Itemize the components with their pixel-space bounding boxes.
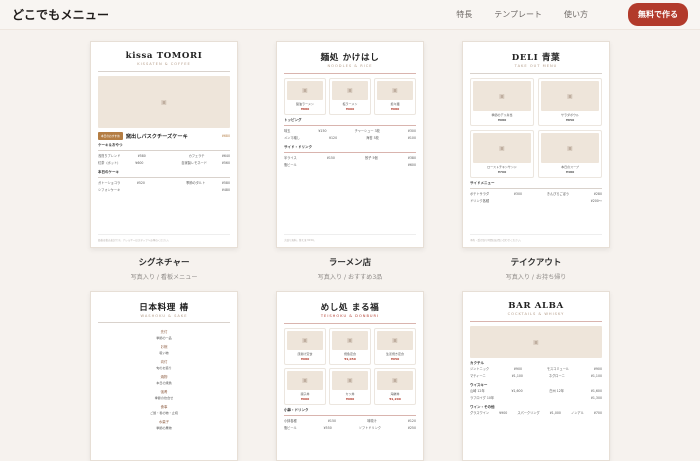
nav-link-templates[interactable]: テンプレート [494, 9, 542, 20]
photo-tile: ▣ ローストチキンサンド ¥760 [470, 130, 534, 178]
divider [98, 322, 230, 323]
nav-link-howto[interactable]: 使い方 [564, 9, 588, 20]
menu-row: 山崎 12年 ¥1,600 白州 12年 ¥1,600 [470, 389, 602, 393]
caption-title: シグネチャー [138, 258, 190, 268]
menu-card-kissa[interactable]: kissa TOMORI KISSATEN & COFFEE ▣ 本日のおすすめ… [90, 41, 238, 248]
menu-row: マティーニ ¥1,100 ネグローニ ¥1,100 [470, 374, 602, 378]
signature-name: 窯出しバスクチーズケーキ [125, 133, 188, 140]
course-list: 先付 季節の一品 お椀 吸い物 向付 旬のお造り 焼物 本日の焼魚 強肴 季節の炊合せ 食… [150, 330, 178, 430]
photo-tile: ▣ 本日のスープ ¥480 [538, 130, 602, 178]
divider [284, 73, 416, 74]
menu-row: ドリンク各種 ¥200〜 [470, 199, 602, 203]
photo-tile: ▣ カツ丼 ¥980 [329, 368, 371, 405]
footer-note: 大盛り無料。替え玉 ¥150。 [284, 234, 416, 242]
menu-row: 瓶ビール ¥550 ソフトドリンク ¥250 [284, 426, 416, 430]
image-placeholder: ▣ [470, 326, 602, 358]
card-title: kissa TOMORI [125, 51, 203, 61]
section-title: 本日のケーキ [98, 170, 119, 174]
photo-grid: ▣ 醤油ラーメン ¥880 ▣ 塩ラーメン ¥900 ▣ 担々麺 ¥980 [284, 78, 416, 115]
caption-meta: 写真入り / おすすめ3品 [317, 274, 383, 281]
photo-grid: ▣ 唐揚げ定食 ¥980 ▣ 焼魚定食 ¥1,050 ▣ 生姜焼き定食 ¥950 ▣ 親子丼 ¥… [284, 328, 416, 405]
photo-tile: ▣ 唐揚げ定食 ¥980 [284, 328, 326, 365]
menu-card-teishoku[interactable]: めし処 まる福 TEISHOKU & DONBURI ▣ 唐揚げ定食 ¥980 ▣ 焼… [276, 291, 424, 461]
menu-row: 味玉 ¥150 チャーシュー 3枚 ¥300 [284, 129, 416, 133]
divider [470, 188, 602, 189]
card-subtitle: TEISHOKU & DONBURI [320, 314, 380, 318]
card-title: 日本料理 椿 [139, 303, 189, 313]
menu-row: メンマ増し ¥120 海苔 5枚 ¥100 [284, 136, 416, 140]
photo-grid: ▣ 季節のデリ弁当 ¥980 ▣ サラダボウル ¥850 ▣ ローストチキンサンド ¥760… [470, 78, 602, 178]
footer-note: 予約・受け取り時間はお問い合わせください。 [470, 234, 602, 242]
section-title: トッピング [284, 118, 302, 122]
card-caption-signature: シグネチャー 写真入り / 看板メニュー [90, 256, 238, 281]
divider [98, 150, 230, 151]
divider [284, 125, 416, 126]
menu-row: シフォンケーキ ¥480 [98, 188, 230, 192]
card-title: 麺処 かけはし [320, 53, 380, 63]
caption-meta: 写真入り / お持ち帰り [505, 274, 567, 281]
card-subtitle: WASHOKU & SAKE [140, 314, 188, 318]
caption-title: テイクアウト [510, 258, 562, 268]
section-title: サイドメニュー [470, 181, 495, 185]
footer-note: 価格は税込表記です。アレルギーはスタッフへお尋ねください。 [98, 234, 230, 242]
menu-card-ramen[interactable]: 麺処 かけはし NOODLES & RICE ▣ 醤油ラーメン ¥880 ▣ 塩ラーメ… [276, 41, 424, 248]
photo-tile: ▣ 生姜焼き定食 ¥950 [374, 328, 416, 365]
photo-tile: ▣ 塩ラーメン ¥900 [329, 78, 371, 115]
photo-tile: ▣ 醤油ラーメン ¥880 [284, 78, 326, 115]
menu-row: 浅煎りブレンド ¥580 カフェラテ ¥640 [98, 154, 230, 158]
card-title: DELI 青葉 [511, 53, 561, 63]
card-caption-takeout: テイクアウト 写真入り / お持ち帰り [462, 256, 610, 281]
divider [284, 152, 416, 153]
menu-card-deli[interactable]: DELI 青葉 TAKE OUT MENU ▣ 季節のデリ弁当 ¥980 ▣ サラダボ… [462, 41, 610, 248]
card-title: BAR ALBA [508, 301, 564, 311]
caption-meta: 写真入り / 看板メニュー [130, 274, 198, 281]
menu-row: ポテトサラダ ¥300 きんぴらごぼう ¥280 [470, 192, 602, 196]
caption-title: ラーメン店 [328, 258, 372, 268]
photo-tile: ▣ 焼魚定食 ¥1,050 [329, 328, 371, 365]
divider [98, 71, 230, 72]
image-placeholder: ▣ [98, 76, 230, 128]
photo-tile: ▣ 親子丼 ¥900 [284, 368, 326, 405]
brand-logo[interactable]: どこでもメニュー [12, 6, 109, 23]
menu-row: 小鉢各種 ¥150 味噌汁 ¥120 [284, 419, 416, 423]
menu-card-bar[interactable]: BAR ALBA COCKTAILS & WHISKY ▣ カクテル ジントニッ… [462, 291, 610, 461]
menu-card-japanese[interactable]: 日本料理 椿 WASHOKU & SAKE 先付 季節の一品 お椀 吸い物 向付 旬の… [90, 291, 238, 461]
menu-row: 半ライス ¥150 餃子 5個 ¥380 [284, 156, 416, 160]
section-title: 小鉢・ドリンク [284, 408, 309, 412]
create-free-button[interactable]: 無料で作る [628, 3, 688, 26]
photo-tile: ▣ 海鮮丼 ¥1,200 [374, 368, 416, 405]
menu-row: グラスワイン ¥900 スパークリング ¥1,000 ノンアル ¥700 [470, 411, 602, 415]
menu-row: ジントニック ¥900 モスコミュール ¥900 [470, 367, 602, 371]
divider [470, 321, 602, 322]
card-subtitle: TAKE OUT MENU [514, 64, 558, 68]
menu-row: 紅茶（ポット） ¥600 自家製レモネード ¥560 [98, 161, 230, 165]
signature-price: ¥680 [221, 134, 230, 138]
menu-row: ラフロイグ 10年 ¥1,300 [470, 396, 602, 400]
divider [284, 323, 416, 324]
menu-row: ガトーショコラ ¥520 季節のタルト ¥580 [98, 181, 230, 185]
photo-tile: ▣ 季節のデリ弁当 ¥980 [470, 78, 534, 126]
card-subtitle: COCKTAILS & WHISKY [507, 312, 565, 316]
top-navigation-bar: どこでもメニュー 特長 テンプレート 使い方 無料で作る [0, 0, 700, 30]
signature-row: 本日のおすすめ 窯出しバスクチーズケーキ ¥680 [98, 132, 230, 140]
section-title: ケーキ＆おやつ [98, 143, 123, 147]
card-subtitle: NOODLES & RICE [327, 64, 373, 68]
photo-tile: ▣ 担々麺 ¥980 [374, 78, 416, 115]
signature-tag: 本日のおすすめ [98, 132, 123, 140]
card-caption-ramen: ラーメン店 写真入り / おすすめ3品 [276, 256, 424, 281]
menu-row: 瓶ビール ¥600 [284, 163, 416, 167]
nav-links: 特長 テンプレート 使い方 無料で作る [456, 3, 688, 26]
card-title: めし処 まる福 [320, 303, 380, 313]
card-subtitle: KISSATEN & COFFEE [137, 62, 191, 66]
photo-tile: ▣ サラダボウル ¥850 [538, 78, 602, 126]
nav-link-features[interactable]: 特長 [456, 9, 472, 20]
divider [98, 177, 230, 178]
divider [284, 415, 416, 416]
section-title: サイド・ドリンク [284, 145, 312, 149]
divider [470, 73, 602, 74]
